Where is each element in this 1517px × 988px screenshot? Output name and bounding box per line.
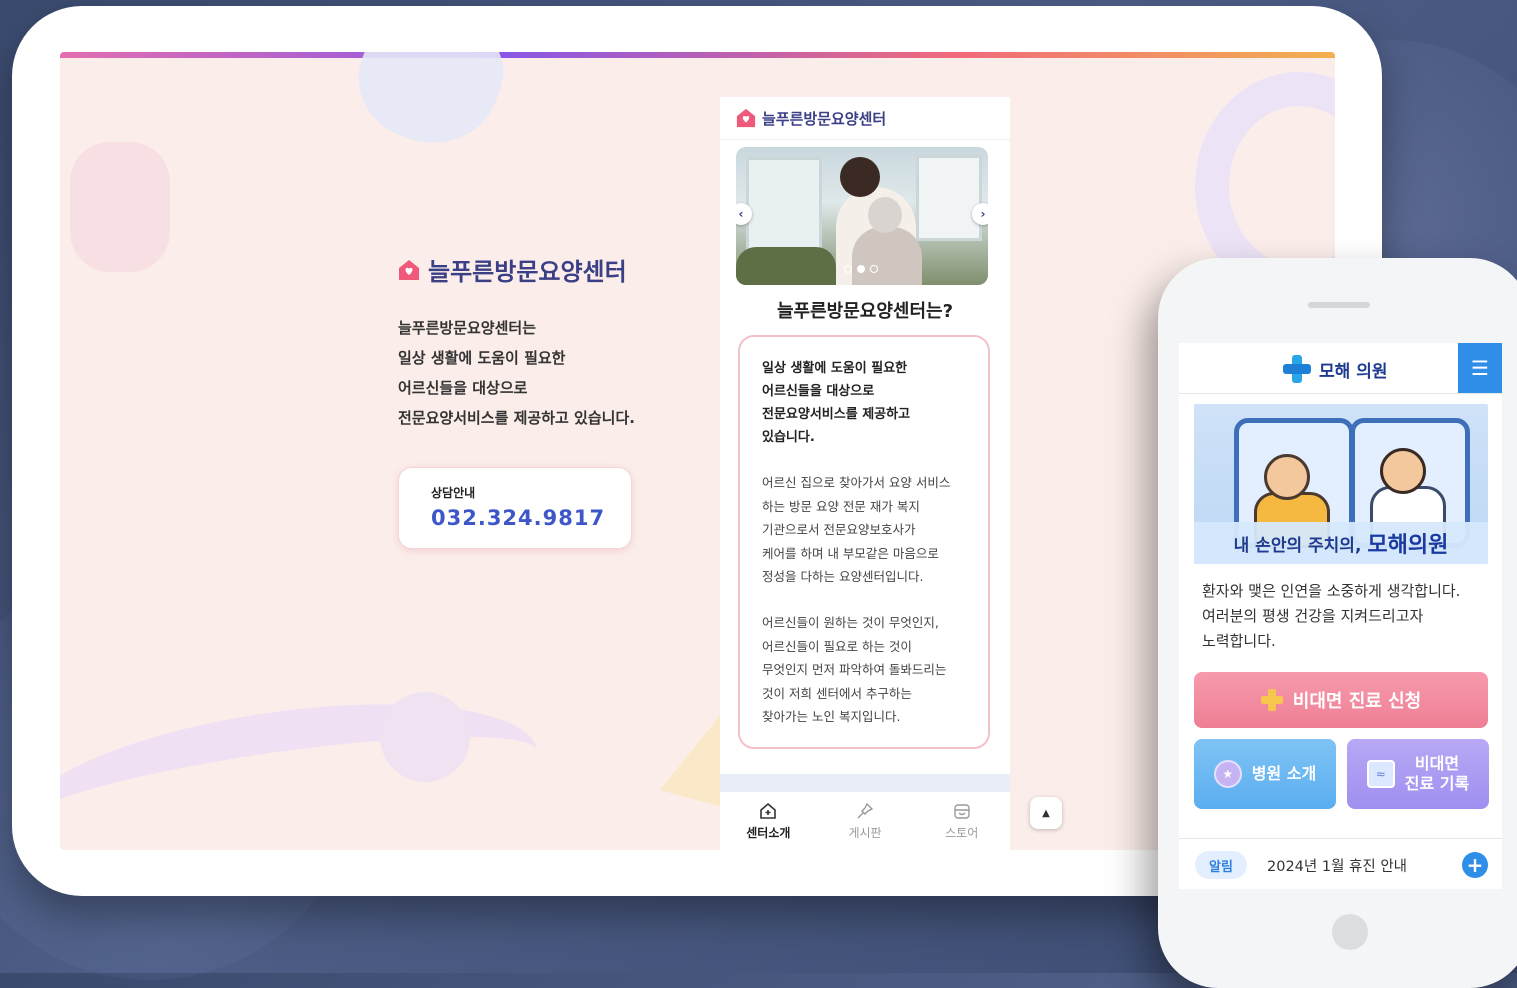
banner-caption: 내 손안의 주치의, 모해의원	[1194, 522, 1488, 564]
slide-photo-part	[746, 157, 822, 253]
hospital-intro-button[interactable]: ★ 병원 소개	[1194, 739, 1336, 809]
house-heart-icon	[399, 259, 419, 280]
slider-dot[interactable]	[844, 265, 852, 273]
intro-line: 일상 생활에 도움이 필요한	[398, 349, 566, 367]
card-line: 케어를 하며 내 부모같은 마음으로	[762, 545, 939, 561]
slide-photo-part	[736, 247, 836, 285]
slider-dots	[844, 265, 878, 273]
decor-shape	[60, 676, 548, 850]
content-divider	[720, 774, 1010, 792]
chart-record-icon: ≈	[1366, 760, 1395, 788]
intro-line: 늘푸른방문요양센터는	[398, 319, 537, 337]
banner-caption-brand: 모해의원	[1367, 533, 1449, 558]
tablet-screen: 늘푸른방문요양센터 늘푸른방문요양센터는 일상 생활에 도움이 필요한 어르신들…	[60, 52, 1335, 850]
hamburger-menu-button[interactable]: ☰	[1458, 343, 1502, 393]
card-line: 하는 방문 요양 전문 재가 복지	[762, 498, 920, 514]
clinic-name: 모해 의원	[1319, 361, 1388, 382]
card-line: 정성을 다하는 요양센터입니다.	[762, 569, 924, 584]
banner-illustration	[1380, 448, 1426, 494]
intro-section: 늘푸른방문요양센터 늘푸른방문요양센터는 일상 생활에 도움이 필요한 어르신들…	[398, 252, 678, 549]
scroll-top-button[interactable]: ▲	[1030, 797, 1062, 829]
clinic-intro: 환자와 맺은 인연을 소중하게 생각합니다. 여러분의 평생 건강을 지켜드리고…	[1202, 579, 1460, 654]
notice-text[interactable]: 2024년 1월 휴진 안내	[1267, 855, 1462, 876]
intro-line: 어르신들을 대상으로	[398, 379, 528, 397]
slider-next-button[interactable]: ›	[972, 203, 988, 225]
slider-dot[interactable]	[870, 265, 878, 273]
intro-text: 늘푸른방문요양센터는 일상 생활에 도움이 필요한 어르신들을 대상으로 전문요…	[398, 313, 678, 433]
consult-label: 상담안내	[431, 486, 476, 500]
button-label-line: 비대면	[1414, 754, 1460, 773]
button-label: 비대면 진료 기록	[1405, 754, 1469, 794]
section-heading: 늘푸른방문요양센터는?	[776, 301, 954, 322]
card-line: 어르신 집으로 찾아가서 요양 서비스	[762, 475, 951, 490]
card-line: 찾아가는 노인 복지입니다.	[762, 709, 901, 724]
intro-line: 여러분의 평생 건강을 지켜드리고자	[1202, 607, 1424, 625]
pin-icon	[857, 802, 874, 818]
phone-device: 모해 의원 ☰ 내 손안의 주치의, 모해의원 환자와 맺은 인연을 소중하게 …	[1158, 258, 1517, 988]
plus-icon	[1260, 689, 1283, 711]
card-lead: 일상 생활에 도움이 필요한 어르신들을 대상으로 전문요양서비스를 제공하고 …	[762, 357, 910, 449]
nav-label: 센터소개	[746, 825, 791, 840]
consult-phone[interactable]: 032.324.9817	[431, 506, 605, 530]
button-label-line: 진료 기록	[1404, 774, 1470, 793]
telemedicine-request-button[interactable]: 비대면 진료 신청	[1194, 672, 1488, 728]
description-card: 일상 생활에 도움이 필요한 어르신들을 대상으로 전문요양서비스를 제공하고 …	[738, 335, 990, 749]
intro-line: 환자와 맺은 인연을 소중하게 생각합니다.	[1202, 582, 1461, 600]
notice-badge: 알림	[1195, 851, 1247, 879]
nav-item-board[interactable]: 게시판	[817, 792, 914, 850]
card-paragraph: 어르신들이 원하는 것이 무엇인지, 어르신들이 필요로 하는 것이 무엇인지 …	[762, 611, 946, 729]
phone-screen: 모해 의원 ☰ 내 손안의 주치의, 모해의원 환자와 맺은 인연을 소중하게 …	[1179, 343, 1502, 889]
card-line: 어르신들이 필요로 하는 것이	[762, 638, 912, 654]
slide-photo-part	[852, 227, 922, 285]
card-line: 전문요양서비스를 제공하고	[762, 407, 911, 422]
intro-line: 전문요양서비스를 제공하고 있습니다.	[398, 409, 635, 427]
brand-title: 늘푸른방문요양센터	[428, 258, 627, 286]
nav-item-center[interactable]: 센터소개	[720, 792, 817, 850]
gradient-bar	[60, 52, 1335, 58]
mobile-header: 늘푸른방문요양센터	[720, 97, 1010, 140]
card-line: 어르신들이 원하는 것이 무엇인지,	[762, 615, 939, 630]
nav-label: 스토어	[945, 825, 979, 840]
card-line: 있습니다.	[762, 430, 815, 445]
card-line: 무엇인지 먼저 파악하여 돌봐드리는	[762, 662, 947, 677]
slider-dot[interactable]	[857, 265, 865, 273]
bottom-nav: 센터소개 게시판 스토어	[720, 792, 1010, 850]
store-icon	[953, 803, 970, 819]
card-line: 기관으로서 전문요양보호사가	[762, 522, 916, 537]
button-label: 병원 소개	[1251, 764, 1317, 783]
mobile-preview: 늘푸른방문요양센터 ‹ › 늘푸른방문요양센터는? 일상 생활에 도움이 필요한…	[720, 97, 1010, 850]
notice-bar[interactable]: 알림 2024년 1월 휴진 안내 +	[1179, 838, 1502, 889]
banner-illustration	[1264, 454, 1310, 500]
slide-photo-part	[840, 157, 880, 197]
card-line: 어르신들을 대상으로	[762, 384, 875, 399]
card-paragraph: 어르신 집으로 찾아가서 요양 서비스 하는 방문 요양 전문 재가 복지 기관…	[762, 471, 950, 589]
medical-cross-icon	[1283, 355, 1311, 383]
phone-home-button[interactable]	[1332, 914, 1368, 950]
brand-logo[interactable]: 늘푸른방문요양센터	[398, 252, 678, 287]
notice-more-button[interactable]: +	[1462, 852, 1488, 878]
hero-banner[interactable]: 내 손안의 주치의, 모해의원	[1194, 404, 1488, 564]
decor-shape	[380, 692, 470, 782]
image-slider[interactable]: ‹ ›	[736, 147, 988, 285]
decor-shape	[341, 52, 519, 163]
intro-line: 노력합니다.	[1202, 632, 1276, 650]
house-heart-icon	[736, 108, 756, 128]
mobile-brand[interactable]: 늘푸른방문요양센터	[762, 108, 886, 129]
nav-label: 게시판	[848, 825, 882, 840]
card-line: 일상 생활에 도움이 필요한	[762, 361, 908, 376]
slide-photo-part	[916, 155, 982, 241]
slide-photo-part	[868, 197, 902, 233]
button-label: 비대면 진료 신청	[1292, 691, 1422, 712]
star-badge-icon: ★	[1213, 760, 1242, 788]
consult-card[interactable]: 상담안내 032.324.9817	[398, 467, 632, 549]
home-plus-icon	[760, 802, 777, 819]
decor-shape	[70, 142, 170, 272]
card-line: 것이 저희 센터에서 추구하는	[762, 685, 912, 701]
phone-speaker	[1308, 302, 1370, 308]
phone-header: 모해 의원 ☰	[1179, 343, 1502, 394]
banner-caption-lead: 내 손안의 주치의,	[1233, 535, 1362, 556]
telemedicine-record-button[interactable]: ≈ 비대면 진료 기록	[1347, 739, 1489, 809]
nav-item-store[interactable]: 스토어	[913, 792, 1010, 850]
clinic-logo[interactable]: 모해 의원	[1283, 355, 1387, 383]
